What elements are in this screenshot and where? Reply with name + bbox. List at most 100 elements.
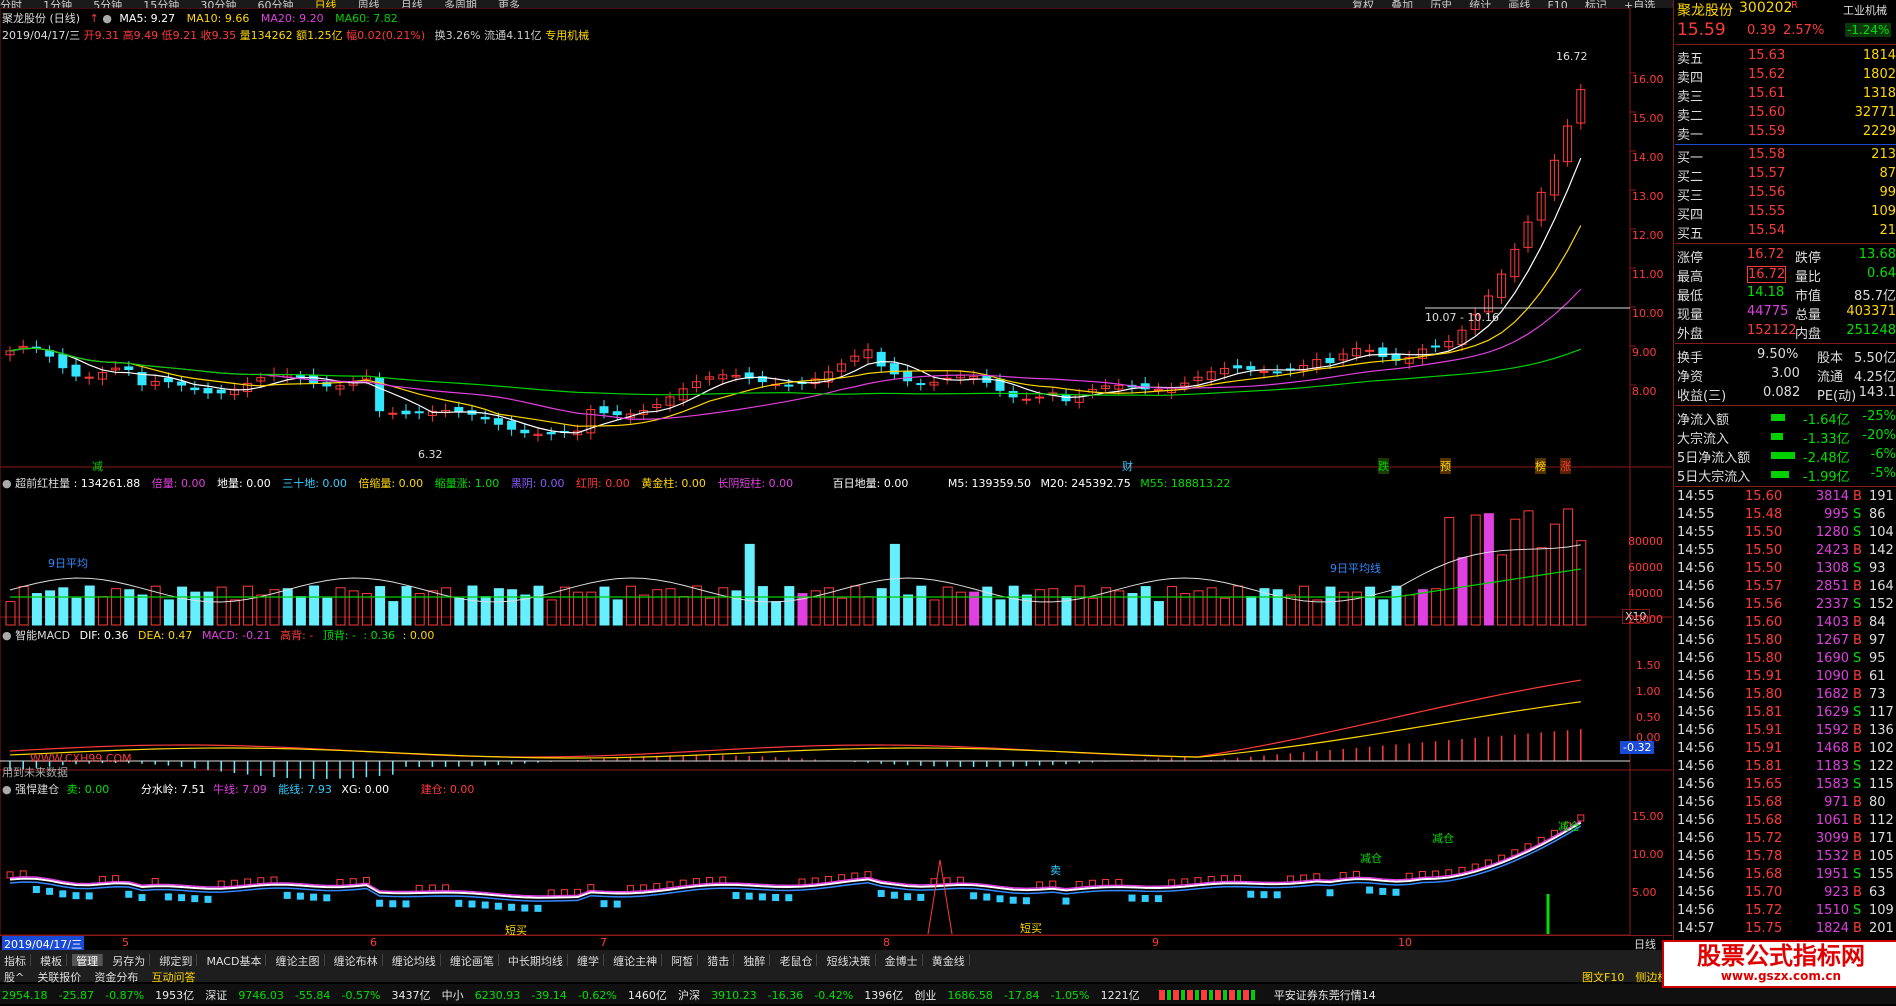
period-multi[interactable]: 多周期 (444, 0, 477, 8)
volume-bar (282, 588, 293, 626)
flow-pct: -25% (1862, 409, 1896, 424)
stat-label: 市值 (1795, 289, 1822, 304)
price-tick: 15.00 (1632, 112, 1664, 125)
candle-body (401, 410, 411, 415)
candle-body (190, 387, 200, 391)
volume-bar (375, 586, 386, 626)
volume-bar (216, 586, 227, 626)
settings-dot-icon[interactable]: ● (2, 629, 12, 642)
volume-bar (942, 586, 953, 626)
volume-bar (1140, 586, 1151, 626)
tick-count: 109 (1869, 903, 1894, 918)
jc-block (191, 895, 199, 903)
bar-volume: 量134262 (239, 29, 293, 42)
tick-price: 15.56 (1745, 597, 1783, 612)
settings-dot-icon[interactable]: ● (2, 477, 12, 490)
settings-dot-icon[interactable]: ● (102, 12, 112, 25)
tick-time: 14:55 (1677, 507, 1715, 522)
bid-volume: 99 (1879, 185, 1896, 200)
jc-nx: 牛线: 7.09 (213, 783, 267, 796)
jc-block (996, 895, 1004, 903)
jc-block (494, 902, 502, 910)
volume-bar (1048, 588, 1059, 626)
volume-bar (916, 585, 927, 626)
flow-value: -1.99亿 (1803, 470, 1850, 485)
macd-dea: DEA: 0.47 (137, 629, 193, 642)
sz-index: 9746.03 (238, 989, 284, 1002)
tick-price: 15.78 (1745, 849, 1783, 864)
jc-spike (927, 859, 953, 935)
menu-f10[interactable]: F10 (1547, 0, 1567, 8)
volume-bar (784, 586, 795, 626)
tick-time: 14:55 (1677, 543, 1715, 558)
jc-block (785, 894, 793, 902)
jc-fsl: 分水岭: 7.51 (140, 783, 206, 796)
settings-dot-icon[interactable]: ● (2, 783, 12, 796)
stat-label: 量比 (1795, 270, 1822, 285)
menu-lishi[interactable]: 历史 (1430, 0, 1452, 8)
bar-turnover: 换3.26% (434, 29, 481, 42)
ask-row-3: 卖三 15.61 1318 (1675, 85, 1896, 105)
period-monthly[interactable]: 月线 (401, 0, 423, 8)
period-1min[interactable]: 1分钟 (43, 0, 72, 8)
price-tick: 9.00 (1632, 346, 1657, 359)
menu-tongji[interactable]: 统计 (1469, 0, 1491, 8)
period-more[interactable]: 更多 (498, 0, 520, 8)
jc-jc: 建仓: 0.00 (420, 783, 475, 796)
bid-volume: 21 (1879, 223, 1896, 238)
tick-price: 15.80 (1745, 687, 1783, 702)
tick-count: 93 (1869, 561, 1886, 576)
tick-time: 14:56 (1677, 651, 1715, 666)
tick-time: 14:56 (1677, 579, 1715, 594)
candle-body (1021, 398, 1031, 401)
tick-price: 15.70 (1745, 885, 1783, 900)
hs-label: 沪深 (677, 989, 700, 1002)
period-15min[interactable]: 15分钟 (143, 0, 179, 8)
month-tick: 5 (122, 936, 129, 949)
period-fenshi[interactable]: 分时 (0, 0, 22, 8)
stat-value: 3.00 (1771, 366, 1800, 381)
tick-volume: 3814 (1815, 489, 1849, 504)
period-5min[interactable]: 5分钟 (93, 0, 122, 8)
tick-row: 14:56 15.91 1592 B 136 (1675, 722, 1896, 740)
tick-count: 112 (1869, 813, 1894, 828)
menu-diejia[interactable]: 叠加 (1391, 0, 1413, 8)
vol-heiyin: 黑阴: 0.00 (510, 477, 565, 490)
sector-name[interactable]: 工业机械 (1843, 2, 1887, 18)
stat-value: 143.1 (1858, 385, 1896, 400)
cy-label: 创业 (914, 989, 937, 1002)
period-daily[interactable]: 日线 (315, 0, 337, 8)
tick-time: 14:56 (1677, 741, 1715, 756)
candle-body (203, 388, 213, 394)
tick-count: 117 (1869, 705, 1894, 720)
watermark-title: 股票公式指标网 (1697, 942, 1865, 970)
ma10-line (9, 225, 1582, 427)
volume-bar (480, 596, 491, 626)
menu-biaoji[interactable]: 标记 (1585, 0, 1607, 8)
jc-label-jiancang-1: 减仓 (1360, 852, 1382, 865)
stat-value: 0.64 (1867, 266, 1896, 281)
tick-price: 15.65 (1745, 777, 1783, 792)
menu-fuquan[interactable]: 复权 (1352, 0, 1374, 8)
tab-f10-graphic[interactable]: 图文F10 (1582, 971, 1624, 984)
menu-zixuan[interactable]: +自选 (1624, 0, 1655, 8)
tick-side: B (1853, 687, 1862, 702)
stat-row: 最高 16.72 量比 0.64 (1675, 265, 1896, 285)
cy-change: -17.84 (1004, 989, 1040, 1002)
tick-time: 14:56 (1677, 705, 1715, 720)
menu-huaxian[interactable]: 画线 (1508, 0, 1530, 8)
period-weekly[interactable]: 周线 (358, 0, 380, 8)
volume-bar (1127, 593, 1138, 626)
bar-info-line: 2019/04/17/三 开9.31 高9.49 低9.21 收9.35 量13… (2, 27, 589, 43)
bid-label: 买一 (1677, 151, 1704, 166)
jc-block (1115, 878, 1123, 886)
tick-time: 14:55 (1677, 489, 1715, 504)
volume-bar (1391, 585, 1402, 626)
date-axis[interactable]: 2019/04/17/三 5 6 7 8 9 10 日线 (0, 935, 1672, 952)
tick-price: 15.60 (1745, 615, 1783, 630)
bid-label: 买三 (1677, 189, 1704, 204)
period-60min[interactable]: 60分钟 (257, 0, 293, 8)
tick-price: 15.80 (1745, 651, 1783, 666)
bar-float: 流通4.11亿 (484, 29, 542, 42)
period-30min[interactable]: 30分钟 (200, 0, 236, 8)
